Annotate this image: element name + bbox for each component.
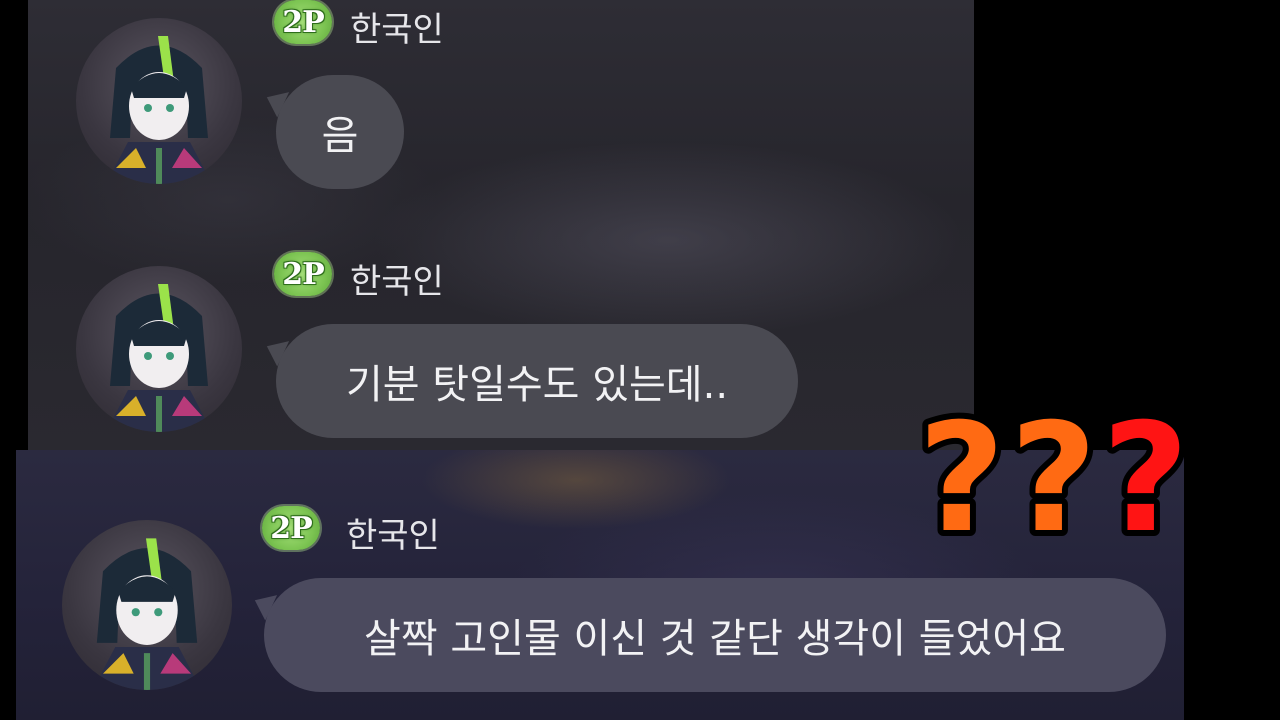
avatar[interactable] [62,520,232,690]
message-bubble: 살짝 고인물 이신 것 같단 생각이 들었어요 [264,578,1166,692]
chat-message: 2P 한국인 기분 탓일수도 있는데.. [28,240,974,450]
message-bubble: 음 [276,75,404,189]
message-bubble: 기분 탓일수도 있는데.. [276,324,798,438]
question-mark-orange-1: ? [918,392,1005,566]
character-portrait-icon [92,538,202,690]
player-badge: 2P [262,506,320,550]
character-portrait-icon [106,284,212,432]
avatar[interactable] [76,18,242,184]
character-portrait-icon [106,36,212,184]
sender-name: 한국인 [346,516,440,556]
player-badge-label: 2P [282,4,324,40]
sender-name: 한국인 [350,262,444,302]
chat-message: 2P 한국인 음 [28,0,974,200]
chat-panel-top: 2P 한국인 음 2P 한국인 기분 탓일수도 있는데.. [28,0,974,450]
player-badge-label: 2P [270,510,312,546]
question-mark-red: ? [1102,392,1189,566]
player-badge-label: 2P [282,256,324,292]
sender-name: 한국인 [350,10,444,50]
question-marks-overlay: ? ? ? [912,386,1198,572]
question-marks-icon: ? ? ? [912,386,1195,572]
player-badge: 2P [274,0,332,44]
player-badge: 2P [274,252,332,296]
avatar[interactable] [76,266,242,432]
question-mark-orange-2: ? [1010,392,1097,566]
